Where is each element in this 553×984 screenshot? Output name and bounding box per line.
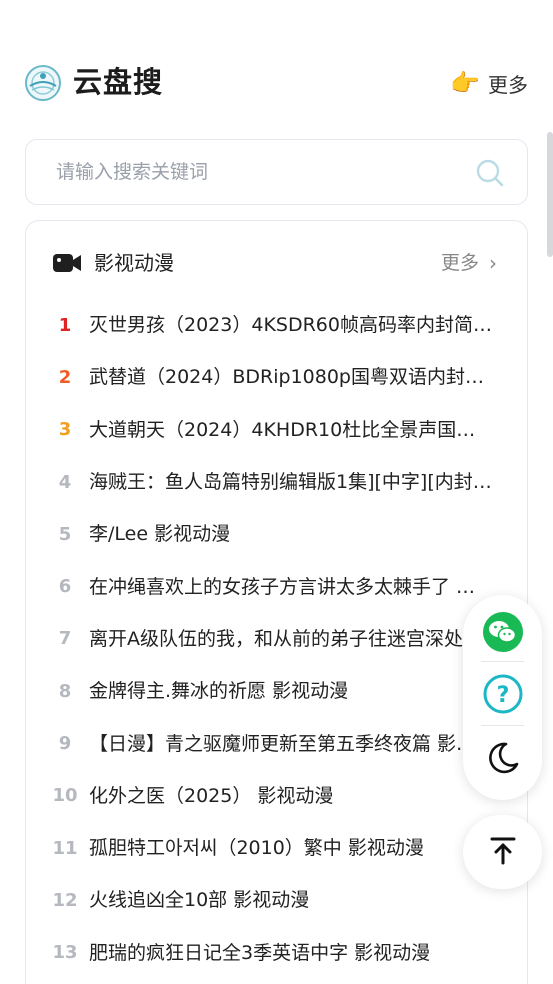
card-header: 影视动漫 更多 › (26, 243, 527, 283)
page-scrollbar[interactable] (547, 132, 553, 257)
item-title[interactable]: 武替道（2024）BDRip1080p国粤双语内封简繁中字 影视动漫 (89, 362, 492, 392)
list-item[interactable]: 9 【日漫】青之驱魔师更新至第五季终夜篇 影视动漫 (26, 717, 527, 769)
site-logo-icon[interactable] (24, 64, 62, 102)
floating-tool-panel: ? (463, 595, 542, 800)
divider (481, 661, 524, 662)
rank-number: 4 (58, 471, 72, 493)
list-item[interactable]: 5 李/Lee 影视动漫 (26, 508, 527, 560)
list-item[interactable]: 12 火线追凶全10部 影视动漫 (26, 874, 527, 926)
rank-number: 1 (58, 314, 72, 336)
item-title[interactable]: 离开A级队伍的我，和从前的弟子往迷宫深处迈进 影视动漫 (89, 624, 492, 654)
list-item[interactable]: 1 灭世男孩（2023）4KSDR60帧高码率内封简繁英多国字幕 影视动漫 (26, 299, 527, 351)
item-title[interactable]: 火线追凶全10部 影视动漫 (89, 885, 492, 915)
wechat-button[interactable] (482, 611, 524, 657)
rank-number: 12 (52, 889, 78, 911)
list-item[interactable]: 4 海贼王：鱼人岛篇特别编辑版1集][中字][内封字幕 影视动漫 (26, 456, 527, 508)
back-to-top-button[interactable] (463, 815, 542, 889)
rank-number: 7 (58, 628, 72, 650)
list-item[interactable]: 10 化外之医（2025） 影视动漫 (26, 770, 527, 822)
list-item[interactable]: 3 大道朝天（2024）4KHDR10杜比全景声国语中字 影视动漫 (26, 404, 527, 456)
divider (481, 725, 524, 726)
header: 云盘搜 👉 更多 (0, 0, 553, 130)
item-title[interactable]: 大道朝天（2024）4KHDR10杜比全景声国语中字 影视动漫 (89, 415, 492, 445)
section-more-label: 更多 (440, 252, 479, 274)
rank-number: 8 (58, 680, 72, 702)
item-title[interactable]: 海贼王：鱼人岛篇特别编辑版1集][中字][内封字幕 影视动漫 (89, 467, 492, 497)
hot-list-card: 影视动漫 更多 › 1 灭世男孩（2023）4KSDR60帧高码率内封简繁英多国字… (25, 220, 528, 984)
section-more-link[interactable]: 更多 › (441, 247, 497, 279)
rank-number: 5 (58, 523, 72, 545)
list-item[interactable]: 7 离开A级队伍的我，和从前的弟子往迷宫深处迈进 影视动漫 (26, 613, 527, 665)
list-item[interactable]: 11 孤胆特工아저씨（2010）繁中 影视动漫 (26, 822, 527, 874)
dark-mode-button[interactable] (482, 739, 524, 781)
help-button[interactable]: ? (482, 673, 524, 719)
search-input[interactable] (56, 140, 456, 204)
list-item[interactable]: 13 肥瑞的疯狂日记全3季英语中字 影视动漫 (26, 927, 527, 979)
help-icon: ? (482, 673, 524, 719)
rank-number: 3 (58, 419, 72, 441)
rank-number: 10 (52, 785, 78, 807)
site-title[interactable]: 云盘搜 (73, 62, 163, 102)
item-title[interactable]: 肥瑞的疯狂日记全3季英语中字 影视动漫 (89, 938, 492, 968)
item-title[interactable]: 【日漫】青之驱魔师更新至第五季终夜篇 影视动漫 (89, 729, 492, 759)
rank-number: 13 (52, 942, 78, 964)
search-icon[interactable] (475, 158, 505, 188)
item-title[interactable]: 化外之医（2025） 影视动漫 (89, 781, 492, 811)
moon-icon (482, 737, 524, 783)
header-more-label: 更多 (488, 72, 528, 97)
svg-text:?: ? (497, 683, 510, 708)
rank-number: 2 (58, 366, 72, 388)
arrow-up-to-top-icon (488, 835, 518, 869)
rank-number: 6 (58, 576, 72, 598)
item-title[interactable]: 李/Lee 影视动漫 (89, 519, 492, 549)
list-item[interactable]: 8 金牌得主.舞冰的祈愿 影视动漫 (26, 665, 527, 717)
wechat-icon (482, 611, 524, 657)
rank-number: 9 (58, 733, 72, 755)
item-title[interactable]: 灭世男孩（2023）4KSDR60帧高码率内封简繁英多国字幕 影视动漫 (89, 310, 492, 340)
list-item[interactable]: 6 在冲绳喜欢上的女孩子方言讲太多太棘手了 影视动漫 (26, 560, 527, 612)
item-title[interactable]: 金牌得主.舞冰的祈愿 影视动漫 (89, 676, 492, 706)
header-more-link[interactable]: 👉 更多 (450, 66, 528, 100)
rank-number: 11 (52, 837, 78, 859)
item-title[interactable]: 孤胆特工아저씨（2010）繁中 影视动漫 (89, 833, 492, 863)
search-box (25, 139, 528, 205)
list-item[interactable]: 2 武替道（2024）BDRip1080p国粤双语内封简繁中字 影视动漫 (26, 351, 527, 403)
item-title[interactable]: 在冲绳喜欢上的女孩子方言讲太多太棘手了 影视动漫 (89, 572, 492, 602)
hot-list: 1 灭世男孩（2023）4KSDR60帧高码率内封简繁英多国字幕 影视动漫 2 武替… (26, 299, 527, 979)
pointing-hand-icon: 👉 (450, 69, 480, 97)
video-camera-icon (52, 252, 82, 274)
chevron-right-icon: › (489, 251, 497, 275)
section-title: 影视动漫 (94, 251, 174, 275)
